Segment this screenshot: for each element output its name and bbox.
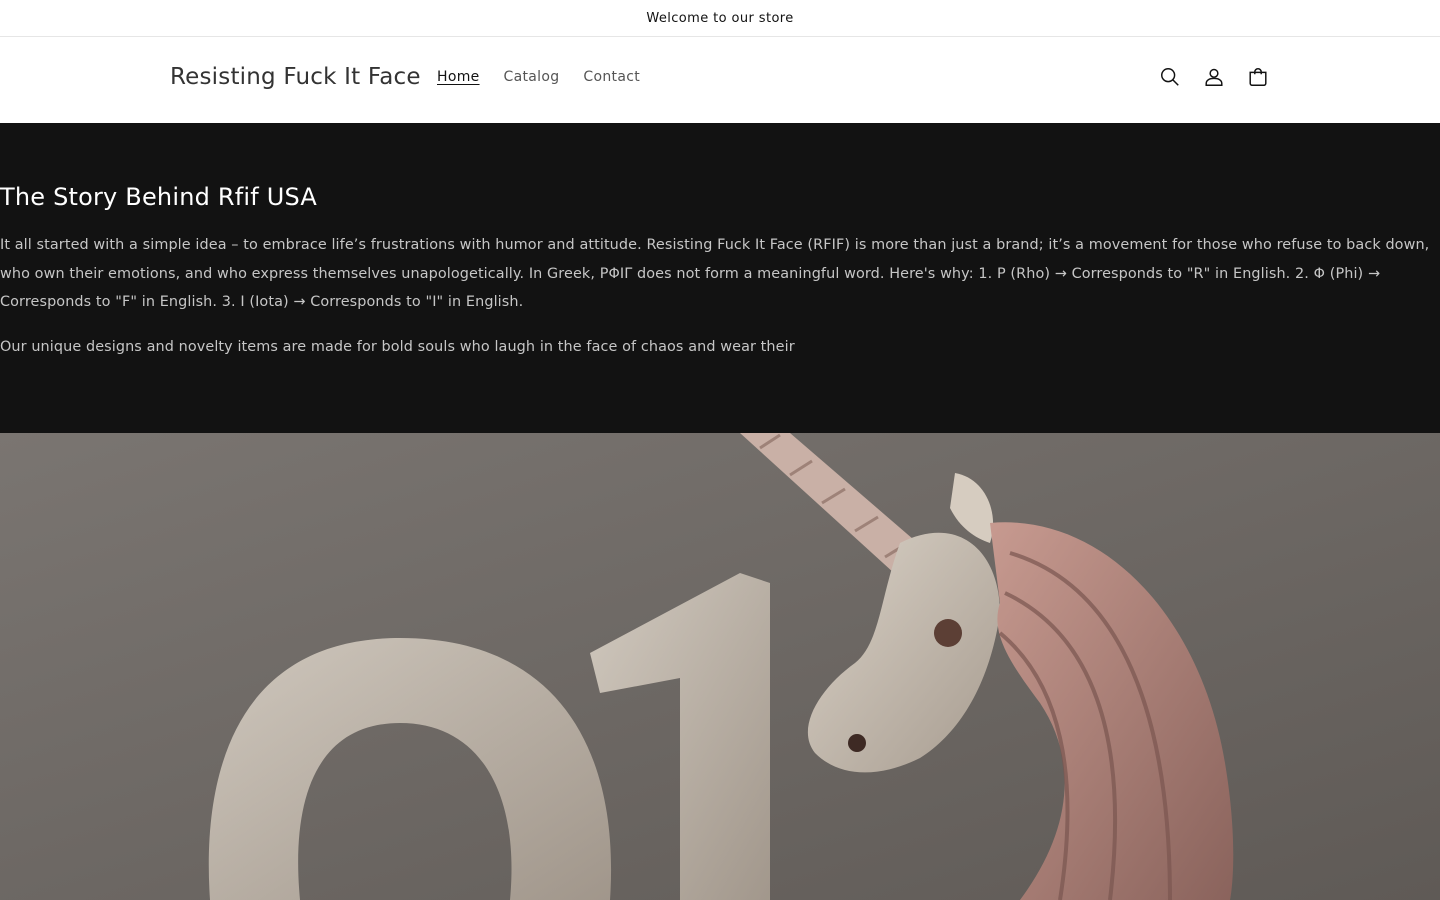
site-header: Resisting Fuck It Face Home Catalog Cont… bbox=[0, 37, 1440, 123]
nav-contact[interactable]: Contact bbox=[583, 69, 640, 85]
cart-icon[interactable] bbox=[1246, 65, 1270, 89]
hero-image-section bbox=[0, 433, 1440, 900]
story-paragraph-2: Our unique designs and novelty items are… bbox=[0, 338, 795, 355]
header-icons bbox=[1158, 65, 1270, 89]
nav-home[interactable]: Home bbox=[437, 69, 480, 85]
nav-catalog[interactable]: Catalog bbox=[504, 69, 560, 85]
account-icon[interactable] bbox=[1202, 65, 1226, 89]
story-paragraph-1: It all started with a simple idea – to e… bbox=[0, 237, 1430, 310]
unicorn-sculpture-image bbox=[0, 433, 1440, 900]
story-heading: The Story Behind Rfif USA bbox=[0, 183, 318, 211]
store-logo[interactable]: Resisting Fuck It Face bbox=[170, 64, 421, 90]
story-section: The Story Behind Rfif USA It all started… bbox=[0, 123, 1440, 433]
search-icon[interactable] bbox=[1158, 65, 1182, 89]
announcement-text: Welcome to our store bbox=[646, 10, 794, 26]
announcement-bar: Welcome to our store bbox=[0, 0, 1440, 37]
main-nav: Home Catalog Contact bbox=[437, 69, 640, 85]
